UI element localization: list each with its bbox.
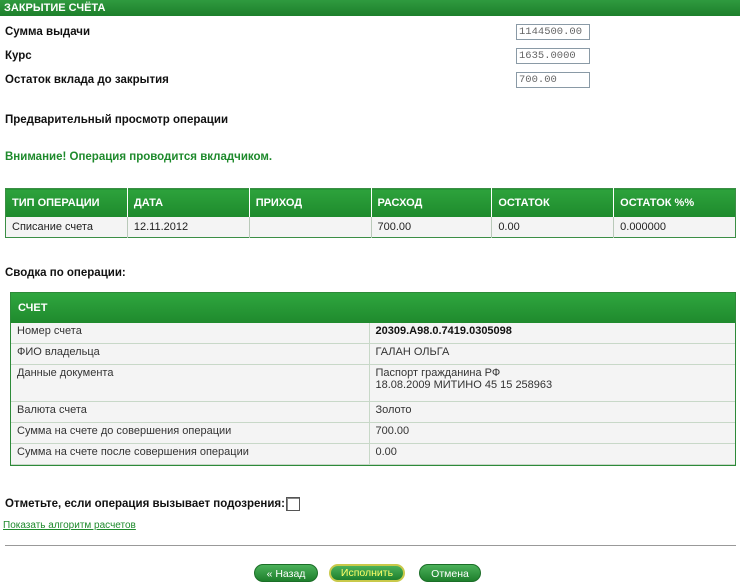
balance-after-label: Сумма на счете после совершения операции <box>11 443 369 465</box>
cell-expense: 700.00 <box>370 216 492 237</box>
cancel-button[interactable]: Отмена <box>419 564 481 582</box>
operations-header-row: ТИП ОПЕРАЦИИ ДАТА ПРИХОД РАСХОД ОСТАТОК … <box>5 188 736 217</box>
table-row: Номер счета 20309.A98.0.7419.0305098 <box>11 323 735 344</box>
currency-label: Валюта счета <box>11 401 369 423</box>
rate-label: Курс <box>5 50 32 62</box>
summary-title: Сводка по операции: <box>5 267 126 279</box>
col-date: ДАТА <box>126 188 250 217</box>
summary-header: СЧЕТ <box>11 293 735 323</box>
col-balance-percent: ОСТАТОК %% <box>613 188 736 217</box>
operations-table: ТИП ОПЕРАЦИИ ДАТА ПРИХОД РАСХОД ОСТАТОК … <box>5 188 736 238</box>
deposit-balance-label: Остаток вклада до закрытия <box>5 74 169 86</box>
balance-before-label: Сумма на счете до совершения операции <box>11 422 369 444</box>
preview-title: Предварительный просмотр операции <box>5 114 229 126</box>
col-income: ПРИХОД <box>248 188 371 217</box>
warning-message: Внимание! Операция проводится вкладчиком… <box>5 151 273 163</box>
balance-before-value: 700.00 <box>368 422 735 444</box>
currency-value: Золото <box>368 401 735 423</box>
owner-name-label: ФИО владельца <box>11 343 369 365</box>
field-issue-amount: Сумма выдачи 1144500.00 <box>5 24 595 44</box>
cell-operation-type: Списание счета <box>5 216 128 237</box>
issue-amount-input[interactable]: 1144500.00 <box>516 24 590 40</box>
table-row: Данные документа Паспорт гражданина РФ 1… <box>11 364 735 402</box>
balance-after-value: 0.00 <box>368 443 735 465</box>
summary-table: Номер счета 20309.A98.0.7419.0305098 ФИО… <box>11 323 735 465</box>
cell-balance-percent: 0.000000 <box>613 216 736 237</box>
account-number-label: Номер счета <box>11 323 369 344</box>
document-data-value: Паспорт гражданина РФ 18.08.2009 МИТИНО … <box>368 364 735 402</box>
suspicion-checkbox[interactable] <box>286 497 300 511</box>
col-operation-type: ТИП ОПЕРАЦИИ <box>5 188 128 217</box>
issue-amount-label: Сумма выдачи <box>5 26 91 38</box>
document-details: 18.08.2009 МИТИНО 45 15 258963 <box>375 379 553 391</box>
show-algorithm-link[interactable]: Показать алгоритм расчетов <box>3 520 136 531</box>
back-button[interactable]: « Назад <box>254 564 318 582</box>
account-number-value: 20309.A98.0.7419.0305098 <box>368 323 735 344</box>
field-deposit-balance: Остаток вклада до закрытия 700.00 <box>5 72 595 92</box>
rate-input[interactable]: 1635.0000 <box>516 48 590 64</box>
cell-balance: 0.00 <box>491 216 614 237</box>
suspicion-label: Отметьте, если операция вызывает подозре… <box>5 498 285 510</box>
divider <box>5 545 736 546</box>
col-expense: РАСХОД <box>370 188 492 217</box>
page-title: ЗАКРЫТИЕ СЧЁТА <box>0 0 740 16</box>
table-row: Сумма на счете после совершения операции… <box>11 443 735 465</box>
field-rate: Курс 1635.0000 <box>5 48 595 68</box>
table-row: Валюта счета Золото <box>11 401 735 423</box>
deposit-balance-input[interactable]: 700.00 <box>516 72 590 88</box>
table-row: Списание счета 12.11.2012 700.00 0.00 0.… <box>5 216 736 237</box>
cell-income <box>248 216 371 237</box>
document-data-label: Данные документа <box>11 364 369 402</box>
table-row: ФИО владельца ГАЛАН ОЛЬГА <box>11 343 735 365</box>
col-balance: ОСТАТОК <box>491 188 614 217</box>
cell-date: 12.11.2012 <box>126 216 250 237</box>
table-row: Сумма на счете до совершения операции 70… <box>11 422 735 444</box>
execute-button[interactable]: Исполнить <box>329 564 405 582</box>
summary-panel: СЧЕТ Номер счета 20309.A98.0.7419.030509… <box>10 292 736 466</box>
owner-name-value: ГАЛАН ОЛЬГА <box>368 343 735 365</box>
document-type: Паспорт гражданина РФ <box>375 367 501 379</box>
